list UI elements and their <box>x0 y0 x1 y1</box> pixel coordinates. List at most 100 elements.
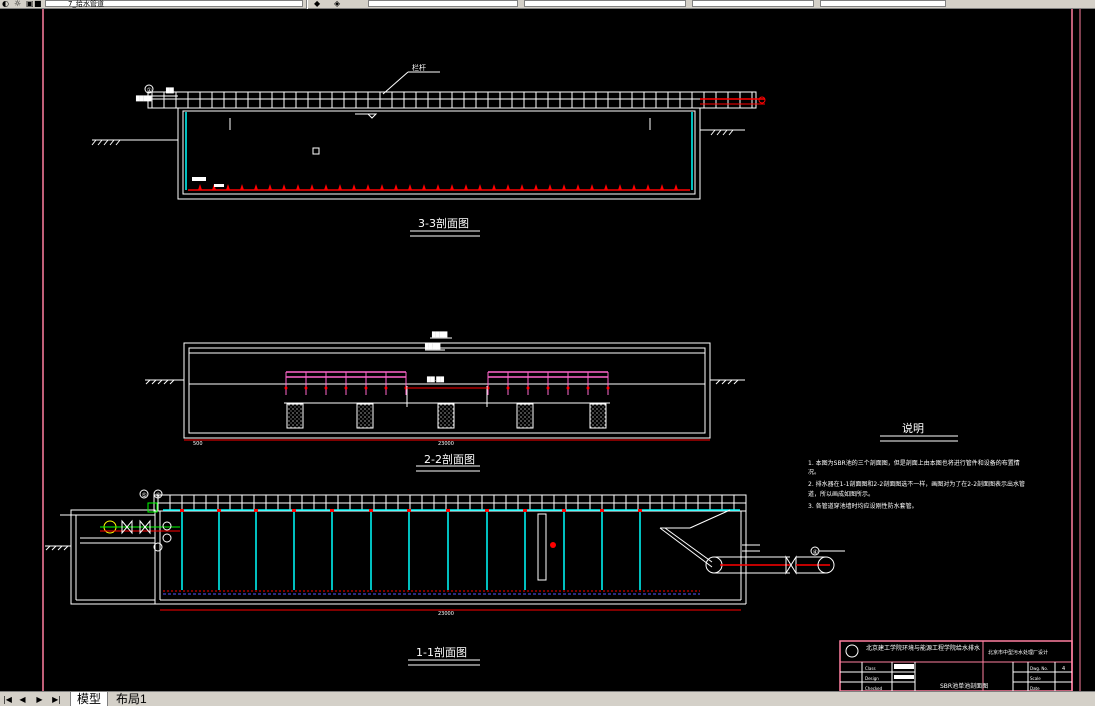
diffuser <box>450 184 454 190</box>
section-3-3: 栏杆 ██ ① ████ 3-3剖面图 <box>91 63 766 237</box>
pipe-node <box>566 386 570 390</box>
diffuser <box>604 184 608 190</box>
dim-2-2-left: 500 <box>193 441 203 447</box>
title-block-project: 北京市中型污水处理厂设计 <box>988 649 1048 656</box>
svg-text:████: ████ <box>135 95 152 102</box>
diffuser <box>338 184 342 190</box>
section-2-2-title: 2-2剖面图 <box>424 452 475 466</box>
svg-text:⑥: ⑥ <box>156 492 161 499</box>
diffuser <box>282 184 286 190</box>
svg-text:4: 4 <box>1062 666 1065 672</box>
lineweight-dropdown[interactable] <box>692 0 814 7</box>
diffuser <box>520 184 524 190</box>
title-block-org: 北京建工学院环境与能源工程学院给水排水 <box>866 644 980 652</box>
diffuser <box>366 184 370 190</box>
diffuser <box>422 184 426 190</box>
toolbar-separator <box>306 0 308 9</box>
make-current-icon[interactable]: ◆ <box>314 0 320 8</box>
pipe-joint <box>292 509 296 512</box>
pipe-node <box>526 386 530 390</box>
note-line: 况。 <box>808 469 820 476</box>
last-layout-button[interactable]: ▶| <box>51 694 62 705</box>
diffuser <box>534 184 538 190</box>
diffuser <box>464 184 468 190</box>
diffuser <box>660 184 664 190</box>
note-line: 3. 各管道穿池墙时均应设刚性防水套管。 <box>808 502 918 510</box>
diffuser <box>240 184 244 190</box>
pipe-node <box>344 386 348 390</box>
diffuser <box>394 184 398 190</box>
pipe-node <box>586 386 590 390</box>
circle-label: ① <box>147 87 152 94</box>
plotstyle-dropdown[interactable] <box>820 0 946 7</box>
diffuser <box>380 184 384 190</box>
note-line: 2. 排水器在1-1剖面图和2-2剖面图选不一样，画图对为了在2-2剖面图表示出… <box>808 480 1025 488</box>
diffuser <box>548 184 552 190</box>
first-layout-button[interactable]: |◀ <box>2 694 13 705</box>
svg-text:████: ████ <box>431 331 448 338</box>
layer-dropdown[interactable]: 7_给水管道 <box>45 0 303 8</box>
pipe-node <box>606 386 610 390</box>
lock-icon[interactable]: ▣ <box>26 0 34 8</box>
diffuser <box>226 184 230 190</box>
notes-title: 说明 <box>902 421 924 435</box>
diffuser <box>506 184 510 190</box>
sun-icon[interactable]: ☼ <box>14 0 21 8</box>
section-2-2: ████ ████ ██.██ 500 23000 2-2剖面图 <box>145 331 745 472</box>
diffuser <box>324 184 328 190</box>
prev-layout-button[interactable]: ◀ <box>17 694 28 705</box>
pipe-node <box>546 386 550 390</box>
pipe-joint <box>523 509 527 512</box>
dim-1-1-length: 23000 <box>438 611 454 617</box>
label-railing: 栏杆 <box>412 63 426 72</box>
layer-color-icon[interactable]: ■ <box>34 0 42 8</box>
svg-text:██: ██ <box>165 87 174 94</box>
svg-text:⑤: ⑤ <box>142 492 147 499</box>
diffuser <box>478 184 482 190</box>
diffuser <box>646 184 650 190</box>
svg-text:Class: Class <box>865 666 876 671</box>
next-layout-button[interactable]: ▶ <box>34 694 45 705</box>
svg-text:Design: Design <box>865 676 879 681</box>
pipe-joint <box>369 509 373 512</box>
pipe-joint <box>217 509 221 512</box>
pipe-node <box>506 386 510 390</box>
layer-state-icon[interactable]: ◐ <box>2 0 9 8</box>
diffuser <box>254 184 258 190</box>
diffuser <box>562 184 566 190</box>
notes-block: 说明 1. 本图为SBR池的三个剖面图，但是剖面上由本图也将进行管件和设备的布置… <box>808 421 1025 510</box>
pipe-joint <box>638 509 642 512</box>
diffuser <box>268 184 272 190</box>
note-line: 道，所以画成如图所示。 <box>808 490 874 498</box>
pipe-node <box>304 386 308 390</box>
drawing-canvas[interactable]: 栏杆 ██ ① ████ 3-3剖面图 ████ ████ ██.██ 500 … <box>0 9 1095 691</box>
pipe-node <box>284 386 288 390</box>
linetype-dropdown[interactable] <box>524 0 686 7</box>
diffuser <box>198 184 202 190</box>
note-line: 1. 本图为SBR池的三个剖面图，但是剖面上由本图也将进行管件和设备的布置情 <box>808 459 1020 467</box>
diffuser <box>352 184 356 190</box>
pipe-joint <box>446 509 450 512</box>
diffuser <box>674 184 678 190</box>
support-piers <box>286 403 607 429</box>
diffuser <box>296 184 300 190</box>
svg-text:██.██: ██.██ <box>426 376 444 383</box>
pipe-joint <box>254 509 258 512</box>
layer-previous-icon[interactable]: ◈ <box>334 0 340 8</box>
pipe-joint <box>485 509 489 512</box>
section-1-1: ⑤ ⑥ ④ 23000 1-1剖面图 <box>45 489 845 666</box>
color-dropdown[interactable] <box>368 0 518 7</box>
diffuser <box>408 184 412 190</box>
diffuser <box>492 184 496 190</box>
dim-2-2-length: 23000 <box>438 441 454 447</box>
tab-layout1[interactable]: 布局1 <box>112 692 151 706</box>
diffuser <box>632 184 636 190</box>
svg-text:████: ████ <box>424 343 441 350</box>
svg-text:Dwg. No.: Dwg. No. <box>1030 666 1048 671</box>
pipe-node <box>384 386 388 390</box>
tab-model[interactable]: 模型 <box>70 692 109 706</box>
toolbar: ◐ ☼ ▣ ■ 7_给水管道 ◆ ◈ <box>0 0 1095 9</box>
pipe-joint <box>407 509 411 512</box>
title-block: 北京建工学院环境与能源工程学院给水排水 北京市中型污水处理厂设计 Class D… <box>839 640 1073 691</box>
diffuser <box>618 184 622 190</box>
